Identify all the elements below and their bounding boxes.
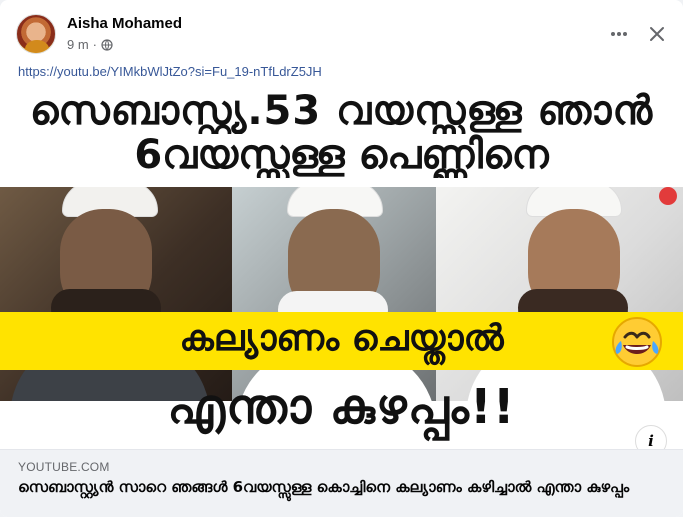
meta-separator: · <box>92 37 98 52</box>
post-header: Aisha Mohamed 9 m · <box>14 12 669 56</box>
thumbnail-line-1: സെബാസ്റ്റ്യ.53 വയസ്സുള്ള ഞാൻ <box>29 92 654 134</box>
close-icon <box>650 27 664 41</box>
post-card: Aisha Mohamed 9 m · https://youtu.be/YIM… <box>0 0 683 517</box>
heart-mark <box>659 187 677 205</box>
laughing-emoji-icon <box>612 317 662 367</box>
link-preview[interactable]: YOUTUBE.COM സെബാസ്റ്റ്യൻ സാറെ ഞങ്ങൾ 6വയസ… <box>0 449 683 517</box>
more-horizontal-icon <box>611 32 627 36</box>
post-link[interactable]: https://youtu.be/YIMkbWlJtZo?si=Fu_19-nT… <box>18 64 322 79</box>
globe-icon <box>101 38 113 51</box>
author-avatar[interactable] <box>16 14 56 54</box>
thumbnail-line-2: 6വയസ്സുള്ള പെണ്ണിനെ <box>134 132 549 178</box>
thumbnail-line-4: എന്താ കുഴപ്പം!! <box>167 379 516 435</box>
close-button[interactable] <box>639 16 675 52</box>
info-icon: i <box>648 432 654 450</box>
thumbnail-line-3: കല്യാണം ചെയ്താൽ <box>179 318 504 359</box>
post-meta: 9 m · <box>67 37 113 52</box>
link-title[interactable]: സെബാസ്റ്റ്യൻ സാറെ ഞങ്ങൾ 6വയസ്സുള്ള കൊച്ച… <box>18 478 658 497</box>
more-options-button[interactable] <box>601 16 637 52</box>
author-name[interactable]: Aisha Mohamed <box>67 15 182 32</box>
video-thumbnail[interactable]: സെബാസ്റ്റ്യ.53 വയസ്സുള്ള ഞാൻ 6വയസ്സുള്ള … <box>0 92 683 449</box>
post-time[interactable]: 9 m <box>67 37 89 52</box>
link-domain: YOUTUBE.COM <box>18 460 110 474</box>
